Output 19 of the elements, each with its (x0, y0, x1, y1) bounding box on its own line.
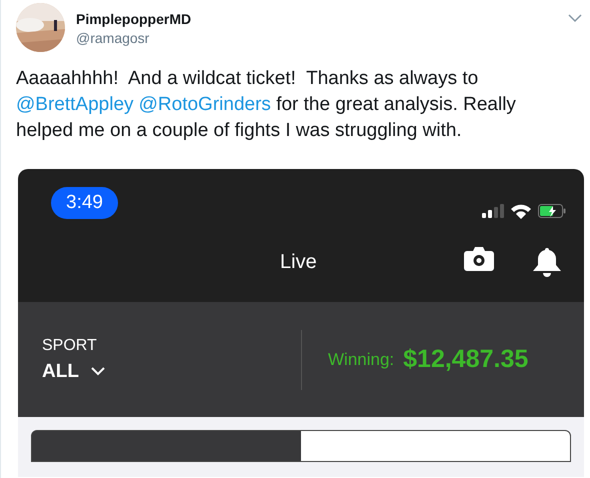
chevron-down-icon[interactable] (568, 13, 582, 23)
bell-icon[interactable] (532, 247, 562, 277)
battery-icon (538, 204, 566, 218)
wifi-icon (510, 203, 532, 219)
winning-label: Winning: (328, 350, 394, 370)
mention-link[interactable]: @BrettAppley (16, 94, 134, 115)
status-time: 3:49 (51, 187, 118, 219)
screen-title: Live (280, 250, 317, 274)
chevron-down-icon (90, 367, 105, 376)
camera-icon[interactable] (464, 247, 494, 271)
user-handle[interactable]: @ramagosr (76, 30, 557, 46)
signal-icon (482, 204, 504, 218)
winning-amount: $12,487.35 (403, 345, 528, 374)
sport-label: SPORT (42, 336, 98, 354)
tweet-text: Aaaaahhhh! And a wildcat ticket! Thanks as always to @BrettAppley @RotoGrinders for the great analysis. Really helped me on a couple of fights I was struggling with. (16, 67, 517, 143)
mention-link[interactable]: @RotoGrinders (138, 94, 271, 115)
segmented-control[interactable] (31, 430, 571, 462)
user-name[interactable]: PimplepopperMD (76, 11, 557, 27)
sport-dropdown[interactable]: ALL (42, 360, 105, 382)
